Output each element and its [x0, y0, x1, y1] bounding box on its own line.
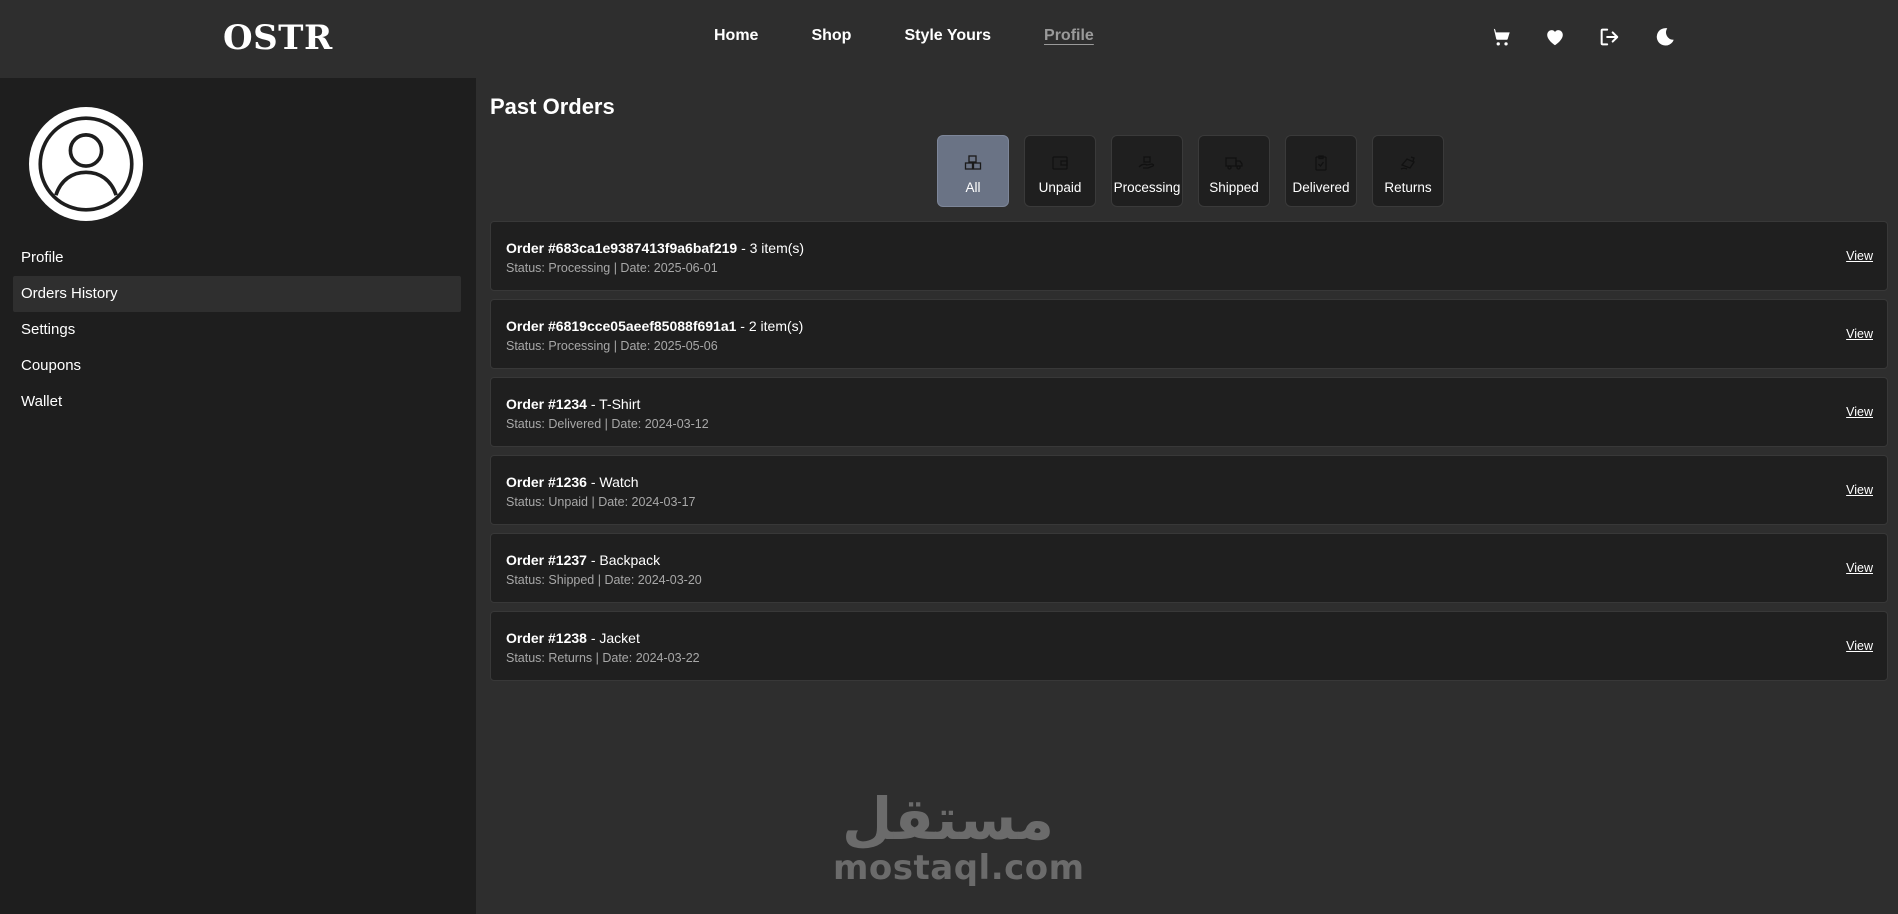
order-meta: Status: Returns | Date: 2024-03-22: [506, 651, 700, 665]
sidebar-item-orders-history[interactable]: Orders History: [13, 276, 461, 312]
sidebar-item-profile[interactable]: Profile: [13, 240, 461, 276]
order-detail: - T-Shirt: [586, 396, 641, 412]
order-row: Order #6819cce05aeef85088f691a1 - 2 item…: [490, 299, 1888, 369]
nav-style-yours[interactable]: Style Yours: [904, 27, 991, 47]
order-summary: Order #1237 - Backpack: [506, 552, 660, 568]
main-nav: Home Shop Style Yours Profile: [714, 27, 1147, 47]
order-id: Order #1238: [506, 630, 587, 646]
sidebar-item-settings[interactable]: Settings: [13, 312, 461, 348]
filter-returns[interactable]: Returns: [1372, 135, 1444, 207]
watermark-latin: mostaql.com: [833, 848, 1085, 888]
moon-icon[interactable]: [1652, 24, 1678, 50]
order-id: Order #1237: [506, 552, 587, 568]
filter-label: All: [965, 180, 981, 195]
filter-unpaid[interactable]: Unpaid: [1024, 135, 1096, 207]
order-meta: Status: Unpaid | Date: 2024-03-17: [506, 495, 696, 509]
avatar: [29, 107, 143, 221]
clipboard-check-icon: [1315, 155, 1327, 171]
cart-icon[interactable]: [1488, 24, 1514, 50]
order-id: Order #683ca1e9387413f9a6baf219: [506, 240, 738, 256]
order-summary: Order #6819cce05aeef85088f691a1 - 2 item…: [506, 318, 803, 334]
package-hand-icon: [1138, 156, 1155, 169]
view-order-link[interactable]: View: [1846, 561, 1873, 575]
sidebar-menu: Profile Orders History Settings Coupons …: [13, 240, 461, 420]
order-id: Order #6819cce05aeef85088f691a1: [506, 318, 737, 334]
filter-processing[interactable]: Processing: [1111, 135, 1183, 207]
view-order-link[interactable]: View: [1846, 327, 1873, 341]
nav-profile[interactable]: Profile: [1044, 27, 1094, 47]
order-filter-tabs: All Unpaid Processing Shipped Delivered …: [937, 135, 1459, 207]
return-box-icon: [1400, 156, 1415, 170]
top-navbar: OSTR Home Shop Style Yours Profile: [0, 0, 1898, 78]
view-order-link[interactable]: View: [1846, 405, 1873, 419]
order-id: Order #1236: [506, 474, 587, 490]
watermark-arabic: مستقل: [841, 785, 1055, 853]
orders-list: Order #683ca1e9387413f9a6baf219 - 3 item…: [490, 221, 1888, 689]
filter-label: Unpaid: [1038, 180, 1082, 195]
order-row: Order #1234 - T-Shirt Status: Delivered …: [490, 377, 1888, 447]
filter-delivered[interactable]: Delivered: [1285, 135, 1357, 207]
nav-shop[interactable]: Shop: [811, 27, 851, 47]
order-row: Order #683ca1e9387413f9a6baf219 - 3 item…: [490, 221, 1888, 291]
order-detail: - Watch: [586, 474, 639, 490]
order-meta: Status: Processing | Date: 2025-05-06: [506, 339, 718, 353]
view-order-link[interactable]: View: [1846, 483, 1873, 497]
order-meta: Status: Delivered | Date: 2024-03-12: [506, 417, 709, 431]
account-sidebar: Profile Orders History Settings Coupons …: [0, 78, 476, 914]
order-detail: - Jacket: [586, 630, 640, 646]
brand-logo[interactable]: OSTR: [223, 18, 333, 58]
sidebar-item-wallet[interactable]: Wallet: [13, 384, 461, 420]
order-row: Order #1237 - Backpack Status: Shipped |…: [490, 533, 1888, 603]
filter-label: Returns: [1384, 180, 1432, 195]
user-icon: [38, 116, 134, 212]
heart-icon[interactable]: [1542, 24, 1568, 50]
order-meta: Status: Shipped | Date: 2024-03-20: [506, 573, 702, 587]
order-detail: - 3 item(s): [737, 240, 805, 256]
boxes-icon: [964, 155, 982, 170]
header-icon-group: [1488, 24, 1678, 50]
order-summary: Order #1238 - Jacket: [506, 630, 640, 646]
order-detail: - 2 item(s): [736, 318, 804, 334]
order-row: Order #1238 - Jacket Status: Returns | D…: [490, 611, 1888, 681]
view-order-link[interactable]: View: [1846, 639, 1873, 653]
nav-home[interactable]: Home: [714, 27, 758, 47]
order-row: Order #1236 - Watch Status: Unpaid | Dat…: [490, 455, 1888, 525]
wallet-icon: [1052, 156, 1068, 170]
order-summary: Order #683ca1e9387413f9a6baf219 - 3 item…: [506, 240, 804, 256]
order-id: Order #1234: [506, 396, 587, 412]
page-title: Past Orders: [490, 94, 615, 119]
filter-label: Delivered: [1292, 180, 1350, 195]
mostaql-watermark: مستقل mostaql.com: [833, 785, 1085, 888]
filter-all[interactable]: All: [937, 135, 1009, 207]
logout-icon[interactable]: [1596, 24, 1622, 50]
view-order-link[interactable]: View: [1846, 249, 1873, 263]
order-detail: - Backpack: [586, 552, 661, 568]
filter-label: Shipped: [1209, 180, 1259, 195]
order-summary: Order #1236 - Watch: [506, 474, 639, 490]
order-meta: Status: Processing | Date: 2025-06-01: [506, 261, 718, 275]
sidebar-item-coupons[interactable]: Coupons: [13, 348, 461, 384]
truck-icon: [1225, 157, 1243, 170]
order-summary: Order #1234 - T-Shirt: [506, 396, 640, 412]
filter-shipped[interactable]: Shipped: [1198, 135, 1270, 207]
filter-label: Processing: [1113, 180, 1181, 195]
